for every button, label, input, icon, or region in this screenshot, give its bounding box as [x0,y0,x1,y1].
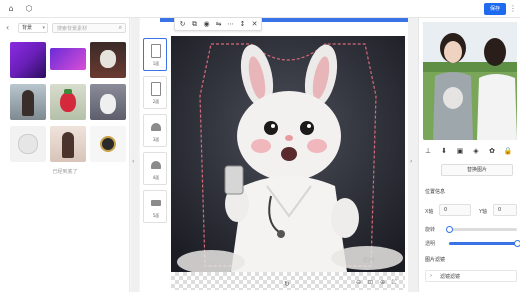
view-shape-icon [151,44,161,58]
filter-dropdown[interactable]: › 滤镜滤镜 [425,270,517,282]
align-icon[interactable]: ↕ [238,20,247,29]
view-shape-icon [151,161,161,169]
rotate-icon[interactable]: ↻ [178,20,187,29]
filter-option-label: 滤镜滤镜 [440,274,461,280]
view-label: 4面 [152,175,160,180]
top-bar: ⌂ ⬡ 保存 ⋮ [0,0,520,18]
box-icon[interactable]: ⬡ [24,4,34,14]
y-position-input[interactable]: 0 [493,204,517,216]
end-of-list-text: 已经到底了 [52,169,78,175]
more-icon[interactable]: ⋯ [226,20,235,29]
zoom-in-icon[interactable]: ⊕ [380,279,385,286]
view-item[interactable]: 5面 [143,190,167,223]
opacity-slider-knob[interactable] [513,240,520,247]
flip-icon[interactable]: ⇋ [214,20,223,29]
rotate-slider-knob[interactable] [445,226,453,233]
y-axis-label: Y轴 [479,209,488,215]
background-thumbnail[interactable] [90,126,126,162]
view-label: 5面 [152,213,160,218]
background-thumbnail[interactable] [10,84,46,120]
opacity-slider[interactable] [449,240,520,247]
view-shape-icon [151,200,161,206]
stamp-icon[interactable]: ⊥ [423,146,433,156]
rotate-handle-icon[interactable]: ↻ [284,280,290,288]
layers-icon[interactable]: ◉ [202,20,211,29]
view-label: 1面 [152,61,160,66]
mockup-preview [423,22,517,140]
replace-image-button[interactable]: 替换图片 [441,164,513,176]
background-thumbnail[interactable] [10,126,46,162]
background-thumbnail[interactable] [90,84,126,120]
right-panel: ⊥ ⬇ ▣ ◈ ✿ 🔒 替换图片 位置信息 X轴 0 Y轴 0 旋转 透明 图片… [418,18,520,292]
delete-icon[interactable]: ✕ [250,20,259,29]
x-axis-label: X轴 [425,209,434,215]
right-collapse-rail[interactable]: › [408,18,418,292]
background-thumbnail[interactable] [50,84,86,120]
view-item[interactable]: 1面 [143,38,167,71]
canvas-bottom-toolbar: ⊖ ⊡ ⊕ ⛶ [356,279,406,289]
search-input[interactable]: 搜索背景素材 ⌕ [52,23,126,33]
position-section-title: 位置信息 [425,189,446,195]
background-thumbnail[interactable] [50,126,86,162]
x-position-value: 0 [444,207,448,213]
y-position-value: 0 [498,207,502,213]
background-thumbnail[interactable] [50,48,86,70]
search-placeholder: 搜索背景素材 [57,26,88,32]
design-illustration: 图片 [171,36,405,272]
ellipsis-icon[interactable]: ⋮ [508,3,518,15]
property-tabs: ⊥ ⬇ ▣ ◈ ✿ 🔒 [423,146,517,156]
search-icon[interactable]: ⌕ [119,24,122,32]
category-select[interactable]: 背景 ▾ [18,23,48,33]
download-icon[interactable]: ⬇ [439,146,449,156]
view-label: 2面 [152,99,160,104]
back-arrow-icon[interactable]: ‹ [6,23,9,32]
x-position-input[interactable]: 0 [439,204,471,216]
view-item[interactable]: 4面 [143,152,167,185]
design-canvas[interactable]: 图片 [171,36,405,272]
floating-toolbar: ↻ ⧉ ◉ ⇋ ⋯ ↕ ✕ [174,17,262,31]
mockup-preview-image [423,22,517,140]
left-panel: ‹ 背景 ▾ 搜索背景素材 ⌕ 已经到底了 [0,18,130,292]
background-thumbnail[interactable] [10,42,46,78]
copy-icon[interactable]: ⧉ [190,20,199,29]
opacity-label: 透明 [425,241,436,247]
filter-section-title: 图片滤镜 [425,257,446,263]
view-shape-icon [151,123,161,131]
fit-icon[interactable]: ⊡ [368,279,373,286]
lock-icon[interactable]: 🔒 [503,146,513,156]
view-shape-icon [151,82,161,96]
fullscreen-icon[interactable]: ⛶ [392,279,396,287]
filter-icon[interactable]: ◈ [471,146,481,156]
chevron-down-icon: ▾ [42,25,45,31]
view-item[interactable]: 3面 [143,114,167,147]
zoom-out-icon[interactable]: ⊖ [356,279,361,286]
background-thumbnail[interactable] [90,42,126,78]
left-collapse-rail[interactable]: ‹ [131,18,139,292]
view-item[interactable]: 2面 [143,76,167,109]
crop-icon[interactable]: ▣ [455,146,465,156]
save-button[interactable]: 保存 [484,3,506,15]
collapse-left-icon[interactable]: ‹ [132,158,134,165]
collapse-right-icon[interactable]: › [410,158,412,165]
chevron-right-icon: › [430,273,432,279]
view-label: 3面 [152,137,160,142]
adjust-icon[interactable]: ✿ [487,146,497,156]
home-icon[interactable]: ⌂ [6,4,16,14]
category-label: 背景 [22,25,33,31]
rotate-label: 旋转 [425,227,436,233]
left-panel-header: ‹ 背景 ▾ 搜索背景素材 ⌕ [0,18,129,38]
opacity-slider-fill [449,242,517,245]
rotate-slider[interactable] [445,226,517,233]
watermark-text: 图片 [363,256,375,264]
